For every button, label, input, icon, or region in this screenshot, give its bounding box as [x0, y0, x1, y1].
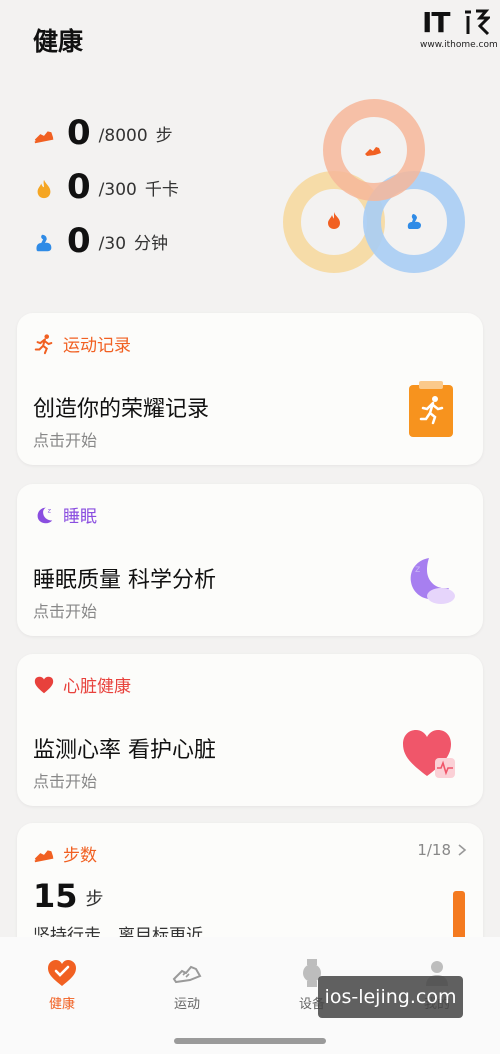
running-shoe-icon [34, 849, 54, 862]
heart-health-subtitle: 点击开始 [33, 772, 98, 791]
heart-icon [34, 676, 54, 693]
moon-icon: z [37, 506, 53, 523]
running-shoe-icon [34, 131, 54, 144]
heart-check-icon [48, 960, 76, 986]
flame-icon [37, 179, 51, 199]
sneaker-icon [172, 965, 202, 984]
metric-activity-goal: /30 [98, 234, 127, 254]
heart-health-headline: 监测心率 看护心脏 [33, 738, 216, 763]
heart-health-card[interactable]: 心脏健康 监测心率 看护心脏 点击开始 [17, 654, 483, 806]
metric-steps[interactable]: 0 /8000 步 [33, 112, 173, 152]
metric-activity[interactable]: 0 /30 分钟 [33, 220, 168, 260]
exercise-record-title: 运动记录 [63, 336, 131, 356]
moon-cloud-icon: z [410, 558, 455, 604]
tab-health-label: 健康 [48, 997, 75, 1012]
logo-letters: IT [422, 6, 451, 39]
running-person-icon [34, 333, 53, 354]
home-indicator[interactable] [174, 1038, 326, 1044]
metric-activity-unit: 分钟 [134, 234, 169, 254]
metric-calories[interactable]: 0 /300 千卡 [33, 166, 179, 206]
metric-steps-unit: 步 [155, 126, 173, 146]
steps-unit: 步 [85, 889, 104, 910]
steps-motivation-text: 坚持行走，离目标更近 [33, 926, 203, 937]
heart-monitor-icon [403, 730, 455, 778]
steps-bar [453, 891, 465, 937]
ring-arm-icon [407, 214, 421, 229]
page-title: 健康 [33, 27, 84, 56]
muscle-arm-icon [36, 234, 52, 252]
sleep-card[interactable]: z 睡眠 睡眠质量 科学分析 点击开始 z [17, 484, 483, 636]
heart-health-title: 心脏健康 [63, 677, 131, 697]
ring-flame-icon [328, 212, 340, 229]
sleep-headline: 睡眠质量 科学分析 [33, 568, 216, 593]
svg-text:z: z [415, 564, 420, 575]
steps-value: 15 [33, 877, 78, 915]
activity-rings[interactable] [278, 98, 470, 282]
exercise-record-card[interactable]: 运动记录 创造你的荣耀记录 点击开始 [17, 313, 483, 465]
tab-health[interactable]: 健康 [22, 957, 102, 1012]
watermark-overlay: ios-lejing.com [318, 976, 463, 1018]
metric-calories-goal: /300 [98, 180, 137, 200]
metric-steps-value: 0 [67, 113, 91, 153]
ring-shoe-icon [365, 147, 381, 156]
logo-glyph [462, 8, 492, 44]
steps-page-indicator: 1/18 [417, 841, 451, 859]
sleep-title: 睡眠 [63, 507, 97, 527]
metric-calories-unit: 千卡 [144, 180, 179, 200]
metric-steps-goal: /8000 [98, 126, 148, 146]
exercise-record-subtitle: 点击开始 [33, 431, 98, 450]
logo-url: www.ithome.com [420, 40, 498, 50]
exercise-record-headline: 创造你的荣耀记录 [33, 397, 210, 422]
chevron-right-icon [458, 844, 467, 856]
tab-exercise[interactable]: 运动 [147, 957, 227, 1012]
steps-title: 步数 [63, 846, 97, 866]
sleep-subtitle: 点击开始 [33, 602, 98, 621]
logo-mark-icon [465, 9, 492, 36]
tab-exercise-label: 运动 [173, 997, 200, 1012]
svg-text:z: z [48, 506, 52, 514]
steps-pager[interactable]: 1/18 [417, 841, 467, 859]
ithome-logo: IT www.ithome.com [420, 6, 498, 52]
metric-calories-value: 0 [67, 167, 91, 207]
metric-activity-value: 0 [67, 221, 91, 261]
clipboard-runner-icon [409, 381, 453, 437]
